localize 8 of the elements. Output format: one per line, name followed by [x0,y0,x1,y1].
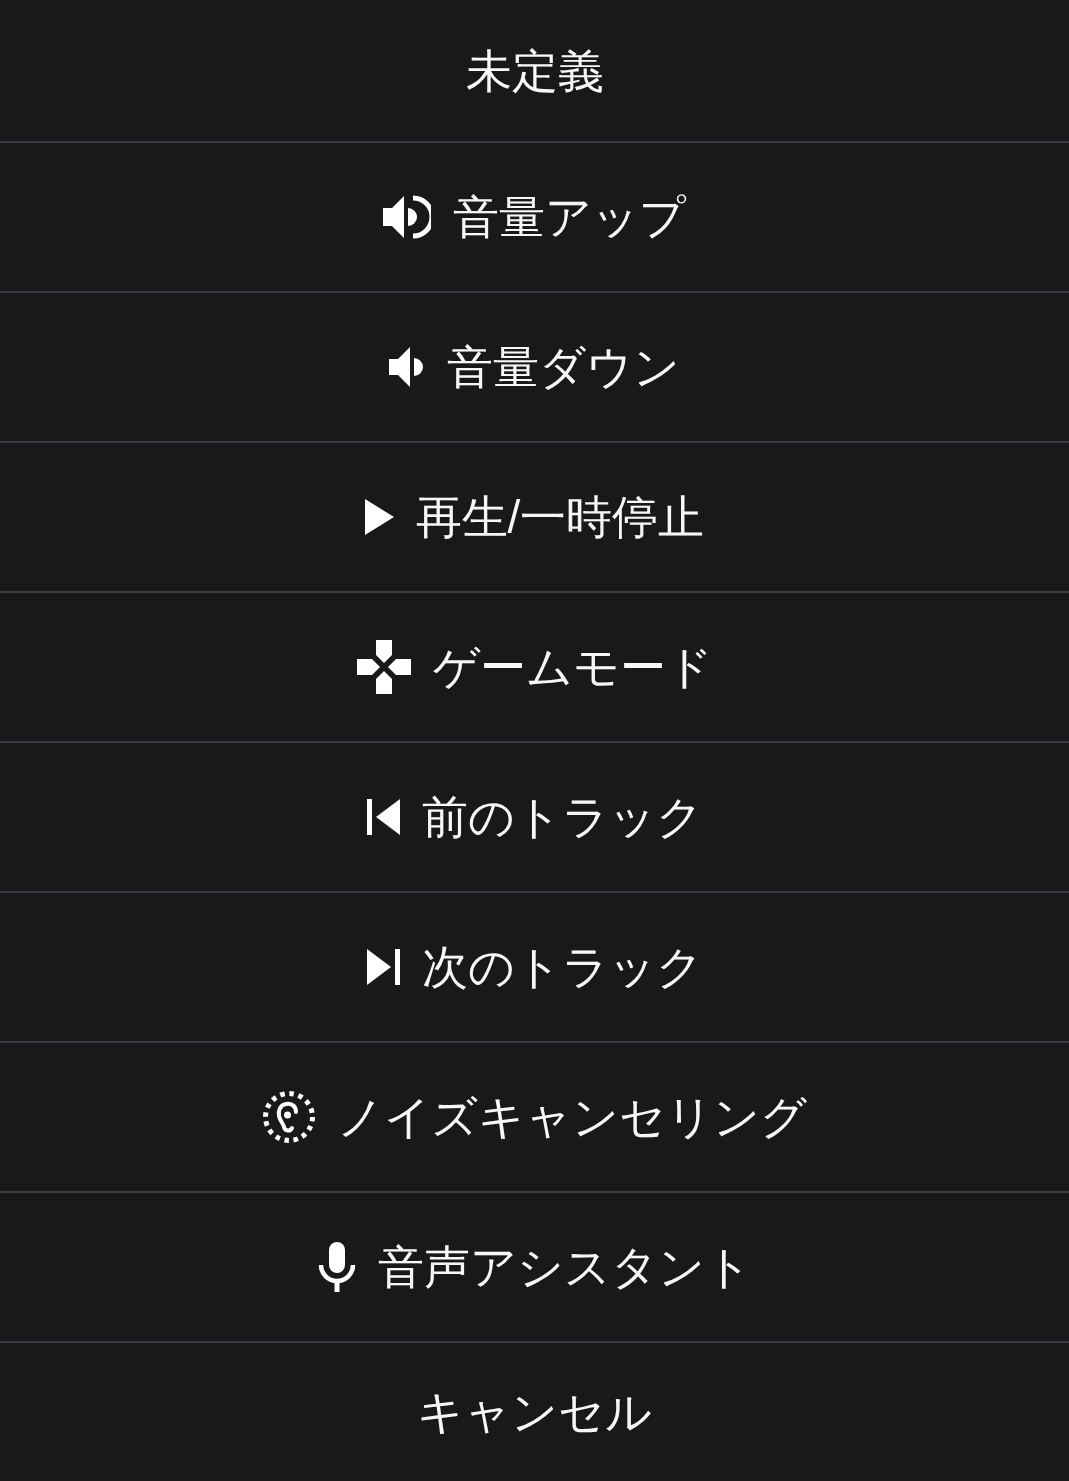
skip-forward-icon [366,949,400,985]
dpad-icon [356,640,411,694]
play-icon [364,499,394,535]
skip-back-icon [366,799,400,835]
microphone-icon [317,1242,356,1292]
ear-icon [262,1091,315,1143]
speaker-quiet-icon [389,346,425,388]
speaker-loud-icon [383,195,431,239]
